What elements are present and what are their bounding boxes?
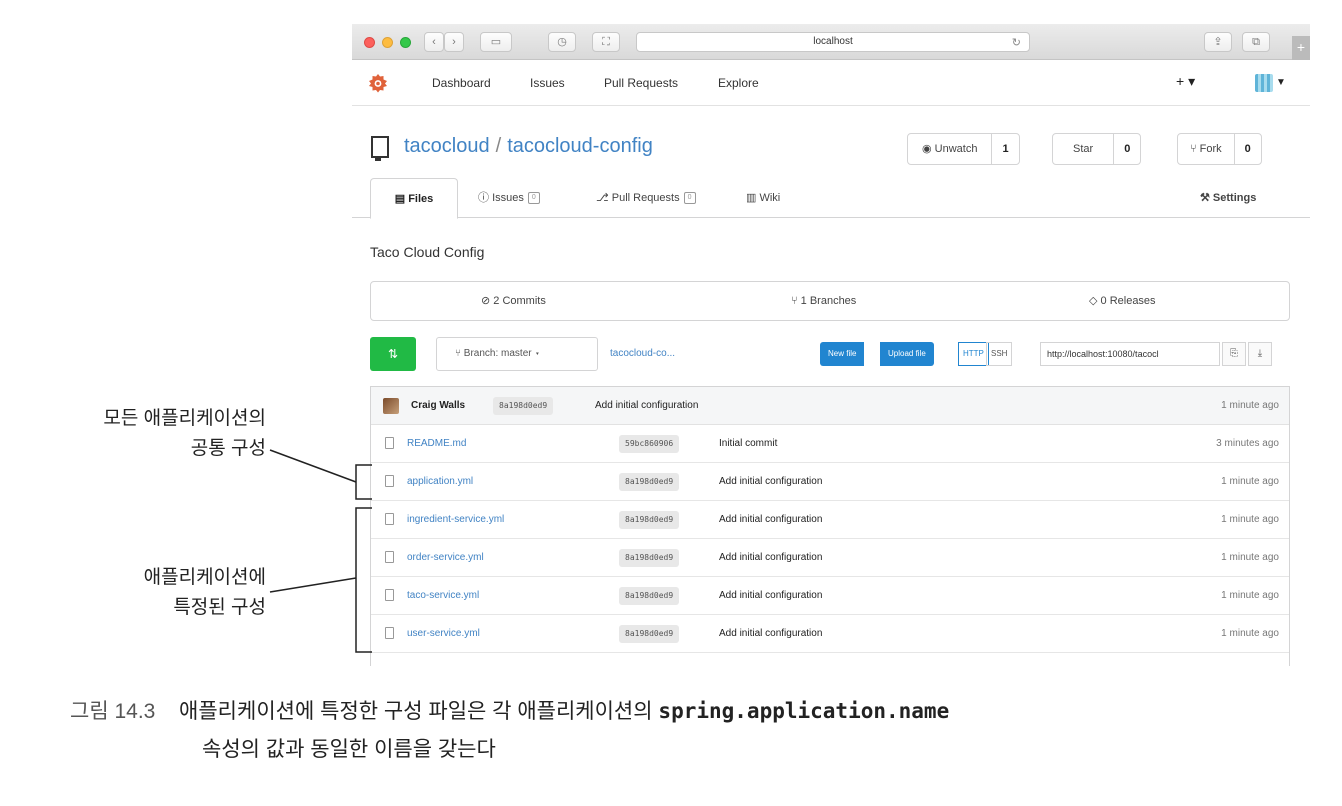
figure-number: 그림 14.3 xyxy=(70,700,156,723)
leader-specific xyxy=(269,577,357,593)
caption-code: spring.application.name xyxy=(658,699,950,723)
caption-line1: 그림 14.3 애플리케이션에 특정한 구성 파일은 각 애플리케이션의 spr… xyxy=(70,692,949,731)
bracket-specific xyxy=(355,507,372,653)
caption-text: 애플리케이션에 특정한 구성 파일은 각 애플리케이션의 xyxy=(179,700,653,723)
caption-line2: 속성의 값과 동일한 이름을 갖는다 xyxy=(202,738,496,761)
figure-caption: 그림 14.3 애플리케이션에 특정한 구성 파일은 각 애플리케이션의 spr… xyxy=(70,692,949,769)
bracket-common xyxy=(355,464,372,500)
leader-common xyxy=(269,449,357,483)
annotation-leader-lines xyxy=(269,449,372,653)
